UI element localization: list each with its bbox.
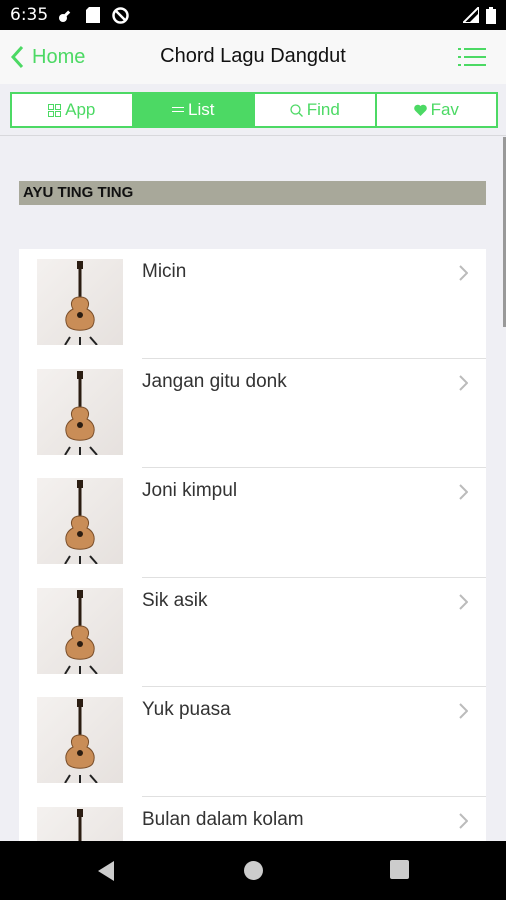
section-header: AYU TING TING xyxy=(19,181,486,205)
list-item[interactable]: Yuk puasa xyxy=(19,687,486,797)
song-title: Bulan dalam kolam xyxy=(142,808,304,830)
tab-app[interactable]: App xyxy=(12,94,134,126)
heart-icon xyxy=(413,104,427,116)
battery-icon xyxy=(486,7,496,29)
chevron-right-icon xyxy=(458,484,469,505)
song-title: Sik asik xyxy=(142,589,208,611)
system-nav-bar xyxy=(0,841,506,900)
header-divider xyxy=(0,135,506,136)
tab-list-label: List xyxy=(188,100,215,119)
tab-find-label: Find xyxy=(306,100,340,119)
guitar-thumbnail xyxy=(37,697,123,783)
guitar-thumbnail xyxy=(37,259,123,345)
guitar-thumbnail xyxy=(37,587,123,674)
song-title: Jangan gitu donk xyxy=(142,370,287,392)
song-title: Joni kimpul xyxy=(142,480,238,501)
tab-fav-label: Fav xyxy=(430,100,459,119)
guitar-thumbnail xyxy=(37,478,123,564)
home-nav-icon[interactable] xyxy=(243,860,264,886)
menu-icon[interactable] xyxy=(458,47,486,72)
song-title: Micin xyxy=(142,261,187,282)
tab-app-label: App xyxy=(65,100,96,119)
list-item[interactable]: Jangan gitu donk xyxy=(19,359,486,468)
song-title: Yuk puasa xyxy=(142,699,231,720)
list-item[interactable]: Micin xyxy=(19,249,486,359)
tab-fav[interactable]: Fav xyxy=(377,94,497,126)
status-bar: 6:35 xyxy=(0,0,506,30)
key-icon xyxy=(58,7,74,28)
chevron-right-icon xyxy=(458,812,469,834)
recents-nav-icon[interactable] xyxy=(390,860,409,884)
chevron-right-icon xyxy=(458,374,469,396)
segmented-control: App List Find Fav xyxy=(10,92,498,128)
chevron-right-icon xyxy=(458,265,469,286)
list-item[interactable]: Joni kimpul xyxy=(19,468,486,578)
list-icon xyxy=(172,105,185,115)
song-list: Micin Jangan gitu donk Joni kimpul Sik asik… xyxy=(19,249,486,900)
status-time: 6:35 xyxy=(10,5,49,25)
grid-icon xyxy=(48,103,62,117)
list-item[interactable]: Sik asik xyxy=(19,578,486,687)
page-title: Chord Lagu Dangdut xyxy=(160,45,346,67)
sd-card-icon xyxy=(86,7,100,28)
nav-header: Home Chord Lagu Dangdut xyxy=(0,30,506,84)
tab-list[interactable]: List xyxy=(133,94,255,126)
guitar-thumbnail xyxy=(37,368,123,455)
signal-icon xyxy=(460,4,480,28)
chevron-right-icon xyxy=(458,593,469,615)
data-saver-icon xyxy=(112,7,129,29)
back-nav-icon[interactable] xyxy=(96,860,116,887)
tab-find[interactable]: Find xyxy=(255,94,377,126)
chevron-right-icon xyxy=(458,703,469,724)
search-icon xyxy=(290,103,303,117)
